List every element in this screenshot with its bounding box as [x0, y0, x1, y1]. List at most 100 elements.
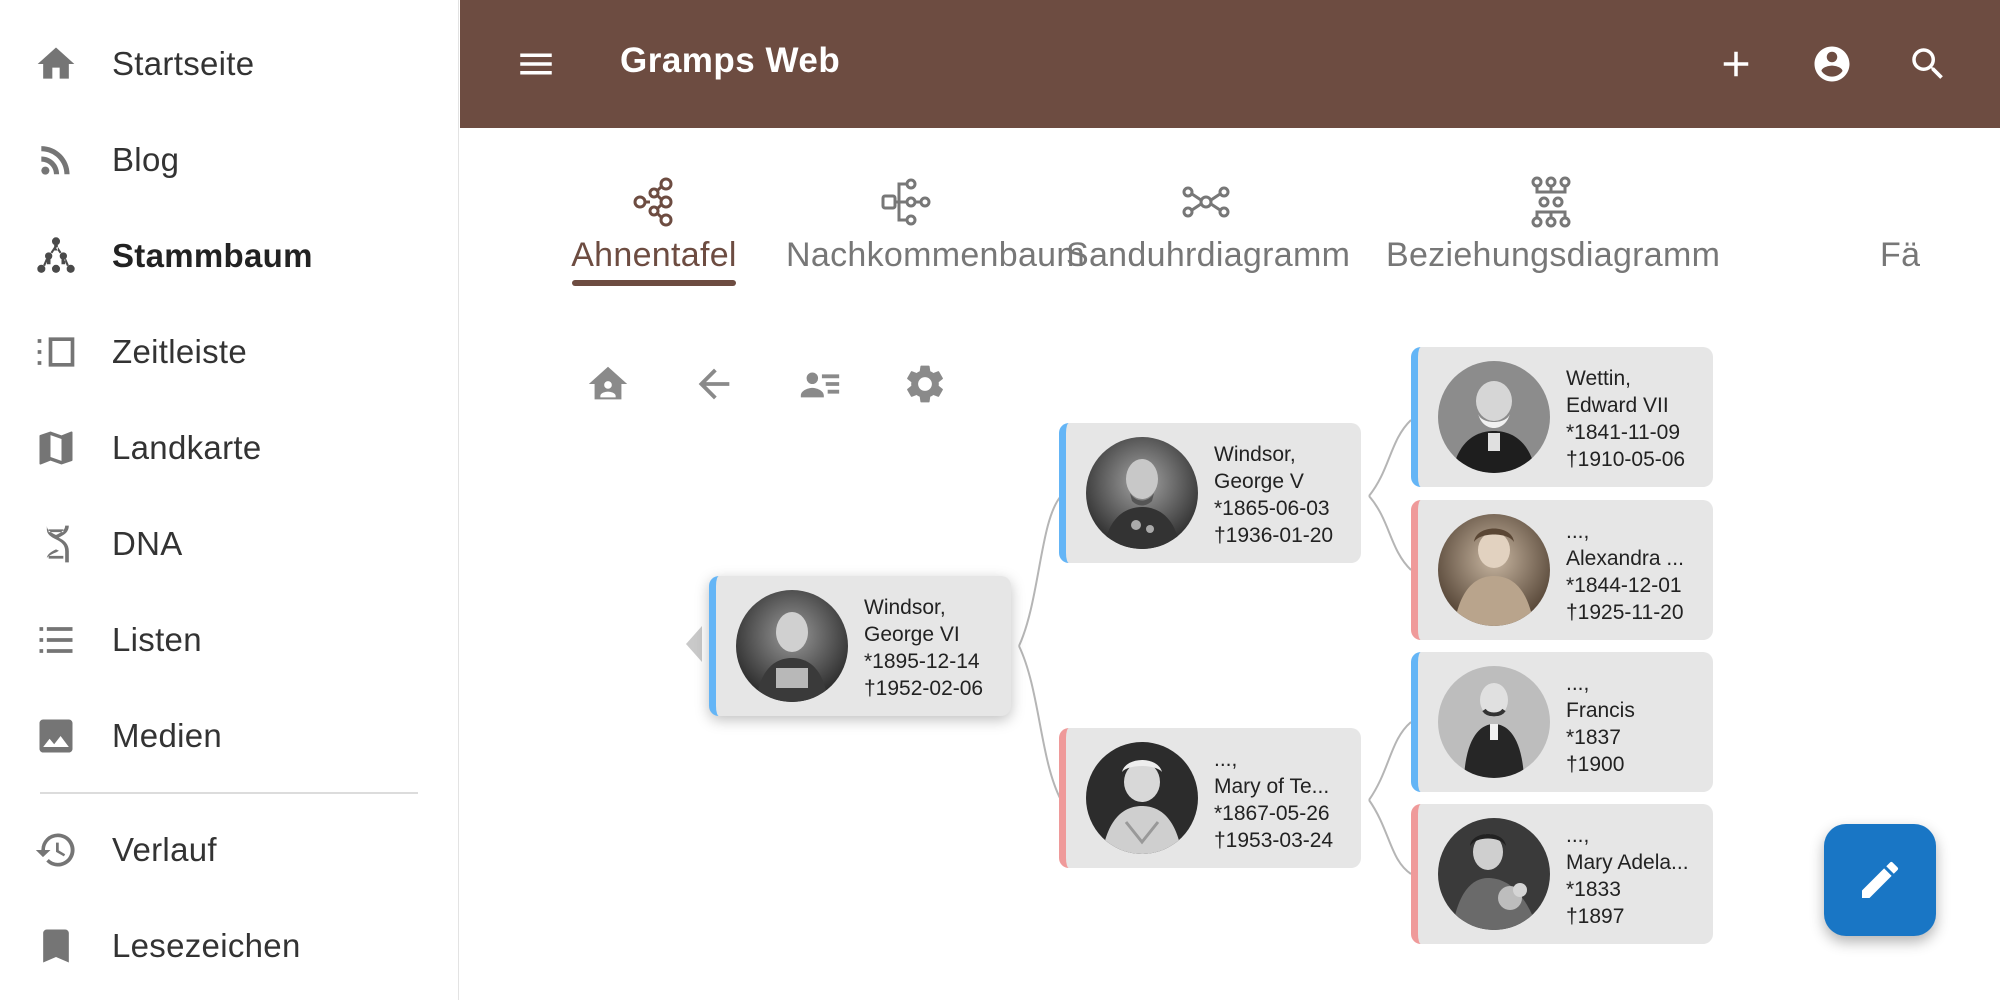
tab-sanduhrdiagramm[interactable]: Sanduhrdiagramm: [1066, 168, 1350, 288]
sidebar-item-listen[interactable]: Listen: [0, 600, 458, 680]
sidebar-item-label: Listen: [112, 621, 202, 658]
settings-button[interactable]: [893, 352, 957, 416]
tab-label: Beziehungsdiagramm: [1386, 236, 1721, 274]
sidebar-item-zeitleiste[interactable]: Zeitleiste: [0, 312, 458, 392]
search-icon: [1912, 48, 1943, 79]
expand-descendants-arrow[interactable]: [686, 626, 702, 662]
connector-root-father: [1018, 495, 1062, 647]
person-birth: *1841-11-09: [1566, 421, 1681, 444]
connector-root-mother: [1018, 645, 1062, 801]
home-icon: [30, 38, 82, 90]
search-button[interactable]: [1898, 34, 1958, 94]
person-card-mother[interactable]: ..., Mary of Te... *1867-05-26 †1953-03-…: [1059, 728, 1361, 868]
tab-faecherdiagramm[interactable]: Fä: [1880, 168, 1920, 288]
sidebar-item-label: Startseite: [112, 45, 255, 82]
edit-fab-button[interactable]: [1824, 824, 1936, 936]
account-button[interactable]: [1802, 34, 1862, 94]
sidebar-item-label: DNA: [112, 525, 183, 562]
portrait-photo: [1438, 514, 1550, 626]
person-card-father[interactable]: Windsor, George V *1865-06-03 †1936-01-2…: [1059, 423, 1361, 563]
bookmark-icon: [30, 920, 82, 972]
back-button[interactable]: [682, 352, 746, 416]
person-given-name: Mary Adela...: [1566, 851, 1689, 874]
descendant-tree-icon: [877, 174, 933, 230]
connector-mother-mgm: [1368, 799, 1412, 875]
sidebar-item-landkarte[interactable]: Landkarte: [0, 408, 458, 488]
pencil-icon: [1862, 861, 1899, 898]
person-info: Windsor, George VI *1895-12-14 †1952-02-…: [864, 594, 983, 702]
plus-icon: [1723, 51, 1749, 77]
sidebar-item-stammbaum[interactable]: Stammbaum: [0, 216, 458, 296]
person-birth: *1867-05-26: [1214, 802, 1330, 825]
portrait-photo: [1438, 818, 1550, 930]
sidebar-item-startseite[interactable]: Startseite: [0, 24, 458, 104]
gear-icon: [907, 365, 943, 403]
person-info: Wettin, Edward VII *1841-11-09 †1910-05-…: [1566, 365, 1685, 473]
account-circle-icon: [1814, 46, 1850, 82]
add-button[interactable]: [1706, 34, 1766, 94]
tab-nachkommenbaum[interactable]: Nachkommenbaum: [786, 168, 1085, 288]
person-details-button[interactable]: [788, 352, 852, 416]
person-surname: Wettin,: [1566, 367, 1631, 390]
sidebar-item-label: Lesezeichen: [112, 927, 301, 964]
portrait-photo: [1086, 437, 1198, 549]
sidebar-item-label: Stammbaum: [112, 237, 313, 274]
sidebar-item-lesezeichen[interactable]: Lesezeichen: [0, 906, 458, 986]
person-card-maternal-grandfather[interactable]: ..., Francis *1837 †1900: [1411, 652, 1713, 792]
person-birth: *1895-12-14: [864, 650, 980, 673]
history-icon: [30, 824, 82, 876]
person-death: †1952-02-06: [864, 677, 984, 700]
image-icon: [30, 710, 82, 762]
dna-icon: [30, 518, 82, 570]
hourglass-chart-icon: [1178, 174, 1234, 230]
app-title: Gramps Web: [620, 41, 841, 80]
person-death: †1900: [1566, 753, 1625, 776]
menu-button[interactable]: [508, 36, 564, 92]
active-tab-indicator: [572, 280, 736, 286]
person-info: ..., Mary of Te... *1867-05-26 †1953-03-…: [1214, 746, 1333, 854]
sidebar-item-label: Medien: [112, 717, 223, 754]
sidebar-item-verlauf[interactable]: Verlauf: [0, 810, 458, 890]
tab-label: Fä: [1880, 236, 1920, 274]
sidebar-item-blog[interactable]: Blog: [0, 120, 458, 200]
person-given-name: Francis: [1566, 699, 1635, 722]
person-surname: ...,: [1566, 520, 1590, 543]
tab-beziehungsdiagramm[interactable]: Beziehungsdiagramm: [1386, 168, 1721, 288]
person-card-root[interactable]: Windsor, George VI *1895-12-14 †1952-02-…: [709, 576, 1011, 716]
app-bar: Gramps Web: [460, 0, 2000, 128]
tab-ahnentafel[interactable]: Ahnentafel: [560, 168, 748, 288]
sidebar-item-dna[interactable]: DNA: [0, 504, 458, 584]
sidebar-item-label: Verlauf: [112, 831, 217, 868]
person-death: †1910-05-06: [1566, 448, 1686, 471]
timeline-icon: [30, 326, 82, 378]
portrait-photo: [1438, 361, 1550, 473]
person-death: †1953-03-24: [1214, 829, 1334, 852]
person-info: ..., Mary Adela... *1833 †1897: [1566, 822, 1689, 930]
rss-feed-icon: [30, 134, 82, 186]
connector-father-pgf: [1368, 419, 1412, 497]
person-given-name: Edward VII: [1566, 394, 1669, 417]
person-surname: ...,: [1566, 824, 1590, 847]
chart-type-tabs: Ahnentafel Nachkommenbaum Sanduhrdiagram…: [560, 168, 1920, 288]
person-card-maternal-grandmother[interactable]: ..., Mary Adela... *1833 †1897: [1411, 804, 1713, 944]
map-icon: [30, 422, 82, 474]
hamburger-menu-icon: [520, 53, 552, 75]
person-given-name: Mary of Te...: [1214, 775, 1330, 798]
person-surname: ...,: [1214, 748, 1238, 771]
navigation-drawer: Startseite Blog Stammbaum Zeitleiste Lan…: [0, 0, 459, 1000]
person-given-name: George V: [1214, 470, 1304, 493]
person-card-paternal-grandmother[interactable]: ..., Alexandra ... *1844-12-01 †1925-11-…: [1411, 500, 1713, 640]
pedigree-icon: [626, 174, 682, 230]
sidebar-item-medien[interactable]: Medien: [0, 696, 458, 776]
home-person-button[interactable]: [576, 352, 640, 416]
sidebar-item-label: Blog: [112, 141, 180, 178]
person-card-paternal-grandfather[interactable]: Wettin, Edward VII *1841-11-09 †1910-05-…: [1411, 347, 1713, 487]
sidebar-item-label: Landkarte: [112, 429, 262, 466]
person-birth: *1837: [1566, 726, 1621, 749]
fan-chart-icon: [1880, 174, 1920, 230]
person-info: ..., Francis *1837 †1900: [1566, 670, 1635, 778]
home-account-icon: [588, 366, 628, 400]
connector-father-pgm: [1368, 495, 1412, 571]
person-birth: *1833: [1566, 878, 1621, 901]
account-details-icon: [800, 372, 840, 398]
